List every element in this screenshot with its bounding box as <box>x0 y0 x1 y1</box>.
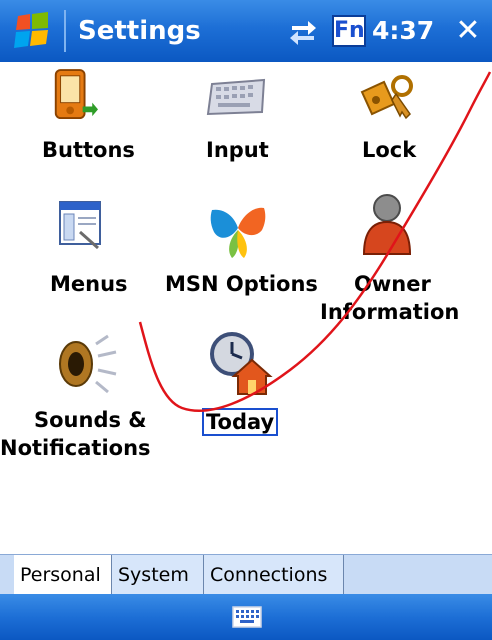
buttons-icon <box>54 69 98 119</box>
clock[interactable]: 4:37 <box>372 16 434 45</box>
today-label: Today <box>202 408 279 436</box>
title-bar: Settings Fn 4:37 ✕ <box>0 0 492 62</box>
tab-connections[interactable]: Connections <box>204 555 344 595</box>
settings-item-buttons[interactable]: Buttons <box>30 68 150 168</box>
settings-item-today[interactable]: Today <box>186 330 296 440</box>
input-label: Input <box>206 138 269 162</box>
connectivity-icon[interactable] <box>286 14 320 48</box>
menus-icon <box>59 201 101 250</box>
menu-bar <box>0 594 492 640</box>
tab-strip: Personal System Connections <box>0 554 492 595</box>
menus-label: Menus <box>50 272 128 296</box>
tab-system[interactable]: System <box>112 555 204 595</box>
owner-person-icon <box>362 194 412 255</box>
title-separator <box>64 10 66 52</box>
input-panel-keyboard-icon[interactable] <box>232 604 262 630</box>
page-title: Settings <box>78 16 201 46</box>
keyboard-icon <box>206 78 266 116</box>
fn-key-indicator[interactable]: Fn <box>332 15 366 47</box>
lock-label: Lock <box>362 138 417 162</box>
settings-item-msn-options[interactable]: MSN Options <box>160 196 318 296</box>
settings-item-owner-information[interactable]: Owner Information <box>314 190 464 330</box>
settings-item-lock[interactable]: Lock <box>350 68 450 168</box>
buttons-label: Buttons <box>42 138 135 162</box>
sounds-label-line2: Notifications <box>0 436 151 460</box>
lock-key-icon <box>360 75 413 120</box>
settings-item-sounds-notifications[interactable]: Sounds & Notifications <box>0 334 160 464</box>
windows-start-icon[interactable] <box>10 10 56 52</box>
today-clock-house-icon <box>210 332 273 395</box>
sounds-label-line1: Sounds & <box>34 408 147 432</box>
settings-item-input[interactable]: Input <box>186 68 286 168</box>
owner-label-line2: Information <box>320 300 460 324</box>
settings-item-menus[interactable]: Menus <box>42 196 142 296</box>
speaker-icon <box>59 334 117 394</box>
owner-label-line1: Owner <box>354 272 431 296</box>
tab-personal[interactable]: Personal <box>14 555 112 595</box>
msn-options-label: MSN Options <box>165 272 318 296</box>
close-button[interactable]: ✕ <box>452 14 484 48</box>
msn-butterfly-icon <box>210 207 266 258</box>
